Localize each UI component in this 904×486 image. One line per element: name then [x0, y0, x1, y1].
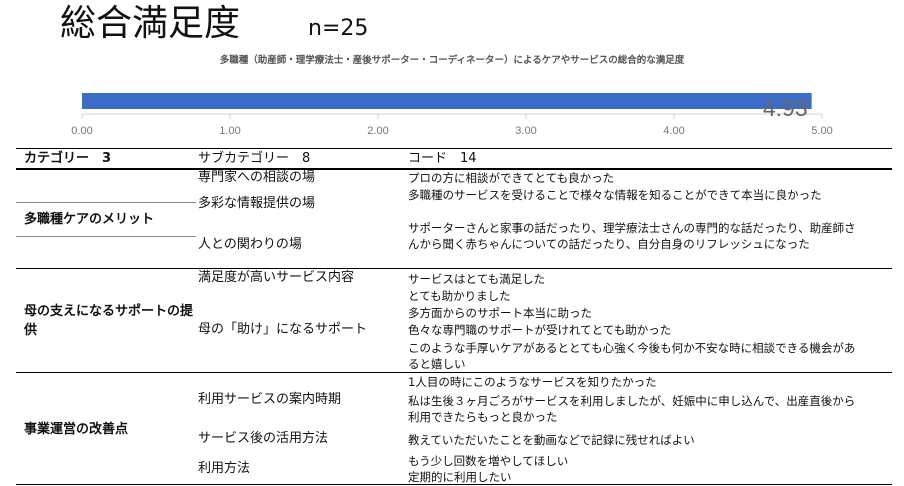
- code-cell: 多方面からのサポート本当に助った: [408, 306, 592, 320]
- code-cell: 私は生後３ヶ月ごろがサービスを利用しましたが、妊娠中に申し込んで、出産直後から利…: [408, 394, 856, 424]
- category-cell: 事業運営の改善点: [24, 422, 129, 437]
- sample-size-label: n=25: [308, 16, 369, 41]
- code-cell: サポーターさんと家事の話だったり、理学療法士さんの専門的な話だったり、助産師さん…: [408, 221, 856, 251]
- subcategory-cell: 満足度が高いサービス内容: [198, 270, 355, 285]
- code-cell: とても助かりました: [408, 289, 511, 303]
- code-cell: 教えていただいたことを動画などで記録に残せればよい: [408, 433, 695, 447]
- chart-title: 総合満足度: [60, 3, 241, 44]
- code-cell: 定期的に利用したい: [408, 470, 512, 484]
- x-tick-label: 4.00: [663, 125, 684, 137]
- subcategory-cell: 母の「助け」になるサポート: [198, 322, 368, 337]
- header-category: カテゴリー 3: [24, 151, 112, 166]
- bar: [82, 93, 812, 109]
- category-divider: [16, 202, 196, 203]
- header-subcategory: サブカテゴリー 8: [198, 151, 311, 166]
- satisfaction-bar-chart: 4.93 0.00 1.00 2.00 3.00 4.00 5.00: [71, 93, 833, 137]
- bar-value-label: 4.93: [763, 95, 808, 121]
- category-divider: [16, 236, 196, 237]
- x-tick-label: 2.00: [367, 125, 388, 137]
- code-cell: 1人目の時にこのようなサービスを知りたかった: [408, 375, 657, 389]
- section-divider: [16, 372, 892, 373]
- x-tick-label: 3.00: [515, 125, 536, 137]
- code-cell: 色々な専門職のサポートが受けれてとても助かった: [408, 323, 672, 337]
- section-divider: [16, 268, 892, 269]
- subcategory-cell: サービス後の活用方法: [198, 431, 329, 446]
- table-top-border: [16, 148, 892, 149]
- code-cell: もう少し回数を増やしてほしい: [408, 454, 569, 468]
- code-cell: サービスはとても満足した: [408, 272, 546, 286]
- subcategory-cell: 人との関わりの場: [198, 237, 302, 252]
- subcategory-cell: 利用方法: [198, 461, 251, 476]
- subcategory-cell: 利用サービスの案内時期: [198, 392, 342, 407]
- code-cell: プロの方に相談ができてとても良かった: [408, 171, 615, 185]
- header-code: コード 14: [408, 151, 477, 166]
- x-tick-label: 0.00: [71, 125, 92, 137]
- subcategory-cell: 多彩な情報提供の場: [198, 196, 316, 211]
- category-cell: 母の支えになるサポートの提供: [24, 304, 194, 338]
- code-cell: このような手厚いケアがあるととても心強く今後も何か不安な時に相談できる機会がある…: [408, 341, 856, 371]
- subcategory-cell: 専門家への相談の場: [198, 170, 316, 185]
- x-tick-label: 5.00: [811, 125, 832, 137]
- category-cell: 多職種ケアのメリット: [24, 212, 155, 227]
- x-tick-label: 1.00: [219, 125, 240, 137]
- chart-subtitle: 多職種（助産師・理学療法士・産後サポーター・コーディネーター）によるケアやサービ…: [219, 55, 685, 66]
- code-cell: 多職種のサービスを受けることで様々な情報を知ることができて本当に良かった: [408, 188, 822, 202]
